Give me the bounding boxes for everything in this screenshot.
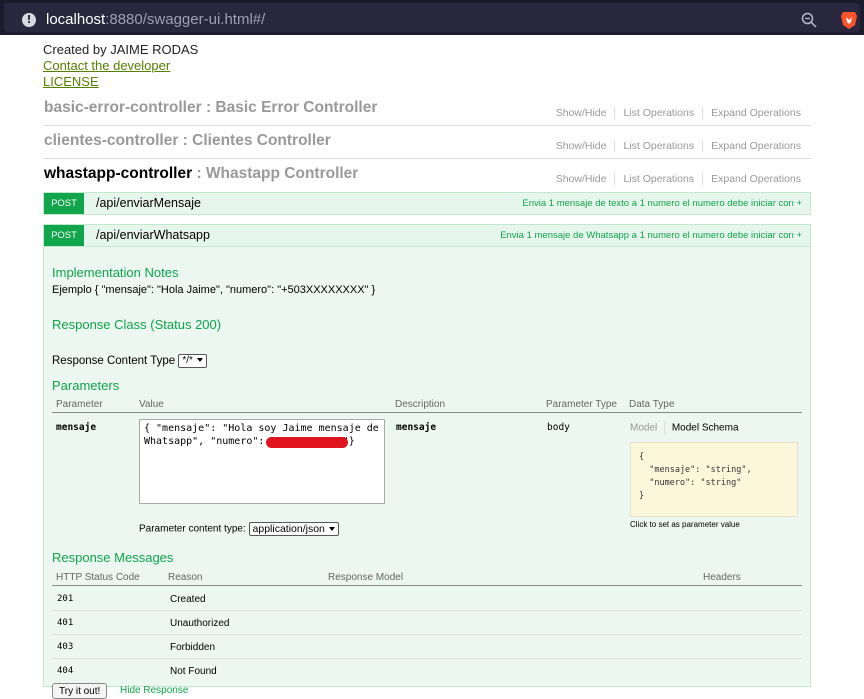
implementation-notes-title: Implementation Notes <box>52 265 179 280</box>
list-operations-link[interactable]: List Operations <box>623 140 694 152</box>
redaction-mark <box>266 437 348 448</box>
controller-ops: Show/Hide List Operations Expand Operation… <box>556 107 801 120</box>
operation-content: Implementation Notes Ejemplo { "mensaje"… <box>43 247 811 699</box>
hide-response-link[interactable]: Hide Response <box>120 685 188 696</box>
status-reason: Forbidden <box>170 642 216 653</box>
status-reason: Created <box>170 594 206 605</box>
http-verb-badge[interactable]: POST <box>44 193 84 214</box>
col-data-type: Data Type <box>629 399 675 410</box>
controller-ops: Show/Hide List Operations Expand Operation… <box>556 140 801 153</box>
http-verb-badge[interactable]: POST <box>44 225 84 246</box>
col-value: Value <box>139 399 164 410</box>
swagger-page: Created by JAIME RODAS Contact the devel… <box>0 35 864 699</box>
implementation-notes-text: Ejemplo { "mensaje": "Hola Jaime", "nume… <box>52 284 376 296</box>
col-headers: Headers <box>703 572 741 583</box>
table-row: 403 Forbidden <box>52 635 802 659</box>
operation-summary[interactable]: Envia 1 mensaje de texto a 1 numero el n… <box>522 198 802 209</box>
api-info: Created by JAIME RODAS Contact the devel… <box>43 42 198 90</box>
controller-basic-error[interactable]: basic-error-controller : Basic Error Con… <box>43 93 811 126</box>
status-code: 403 <box>57 642 74 652</box>
response-content-type-select[interactable]: */* <box>178 354 207 368</box>
parameters-table-header: Parameter Value Description Parameter Ty… <box>52 398 802 413</box>
col-response-model: Response Model <box>328 572 404 583</box>
license-link[interactable]: LICENSE <box>43 74 198 90</box>
col-parameter-type: Parameter Type <box>546 399 617 410</box>
controller-clientes[interactable]: clientes-controller : Clientes Controlle… <box>43 126 811 159</box>
brave-lion-icon[interactable] <box>840 10 858 30</box>
url-text[interactable]: localhost:8880/swagger-ui.html#/ <box>46 11 265 28</box>
operation-summary[interactable]: Envia 1 mensaje de Whatsapp a 1 numero e… <box>500 230 802 241</box>
responses-table-header: HTTP Status Code Reason Response Model H… <box>52 571 802 586</box>
tab-model-schema[interactable]: Model Schema <box>672 423 739 434</box>
expand-operations-link[interactable]: Expand Operations <box>711 107 801 119</box>
operation-path[interactable]: /api/enviarWhatsapp <box>96 228 210 242</box>
expand-operations-link[interactable]: Expand Operations <box>711 173 801 185</box>
param-content-type-select[interactable]: application/json <box>248 522 339 536</box>
parameters-title: Parameters <box>52 378 120 393</box>
col-reason: Reason <box>168 572 203 583</box>
controller-ops: Show/Hide List Operations Expand Operation… <box>556 173 801 186</box>
param-type: body <box>547 422 570 433</box>
chevron-down-icon <box>196 358 203 363</box>
controller-title[interactable]: whastapp-controller : Whastapp Controlle… <box>44 165 358 183</box>
col-parameter: Parameter <box>56 399 103 410</box>
address-bar[interactable]: ! localhost:8880/swagger-ui.html#/ <box>4 3 860 32</box>
status-code: 404 <box>57 666 74 676</box>
show-hide-link[interactable]: Show/Hide <box>556 173 607 185</box>
col-description: Description <box>395 399 446 410</box>
browser-toolbar: ! localhost:8880/swagger-ui.html#/ <box>0 0 864 35</box>
param-value-textarea[interactable]: { "mensaje": "Hola soy Jaime mensaje de … <box>139 419 385 504</box>
chevron-down-icon <box>328 527 335 532</box>
table-row: 401 Unauthorized <box>52 611 802 635</box>
list-operations-link[interactable]: List Operations <box>623 173 694 185</box>
col-http-status: HTTP Status Code <box>56 572 140 583</box>
show-hide-link[interactable]: Show/Hide <box>556 140 607 152</box>
table-row: 404 Not Found <box>52 659 802 683</box>
model-schema-box[interactable]: { "mensaje": "string", "numero": "string… <box>630 442 798 517</box>
param-description: mensaje <box>396 422 437 433</box>
response-content-type: Response Content Type */* <box>52 354 207 368</box>
expand-operations-link[interactable]: Expand Operations <box>711 140 801 152</box>
status-code: 201 <box>57 594 74 604</box>
show-hide-link[interactable]: Show/Hide <box>556 107 607 119</box>
param-content-type: Parameter content type: application/json <box>139 522 339 536</box>
contact-link[interactable]: Contact the developer <box>43 58 198 74</box>
schema-hint: Click to set as parameter value <box>630 520 740 529</box>
response-content-type-label: Response Content Type <box>52 355 176 368</box>
model-tabs: Model Model Schema <box>630 421 739 435</box>
operation-enviar-whatsapp[interactable]: POST /api/enviarWhatsapp Envia 1 mensaje… <box>43 224 811 247</box>
response-messages-title: Response Messages <box>52 550 174 565</box>
table-row: 201 Created <box>52 587 802 611</box>
controller-title[interactable]: clientes-controller : Clientes Controlle… <box>44 132 331 150</box>
status-reason: Not Found <box>170 666 217 677</box>
operation-enviar-mensaje[interactable]: POST /api/enviarMensaje Envia 1 mensaje … <box>43 192 811 215</box>
operation-path[interactable]: /api/enviarMensaje <box>96 196 201 210</box>
info-icon[interactable]: ! <box>22 13 36 27</box>
controller-whastapp[interactable]: whastapp-controller : Whastapp Controlle… <box>43 159 811 192</box>
param-name: mensaje <box>56 422 97 433</box>
param-content-type-label: Parameter content type: <box>139 523 246 535</box>
created-by: Created by JAIME RODAS <box>43 42 199 57</box>
zoom-icon[interactable] <box>801 12 817 28</box>
tab-model[interactable]: Model <box>630 423 657 434</box>
status-reason: Unauthorized <box>170 618 230 629</box>
list-operations-link[interactable]: List Operations <box>623 107 694 119</box>
response-class-title: Response Class (Status 200) <box>52 317 222 332</box>
status-code: 401 <box>57 618 74 628</box>
controller-title[interactable]: basic-error-controller : Basic Error Con… <box>44 99 377 117</box>
